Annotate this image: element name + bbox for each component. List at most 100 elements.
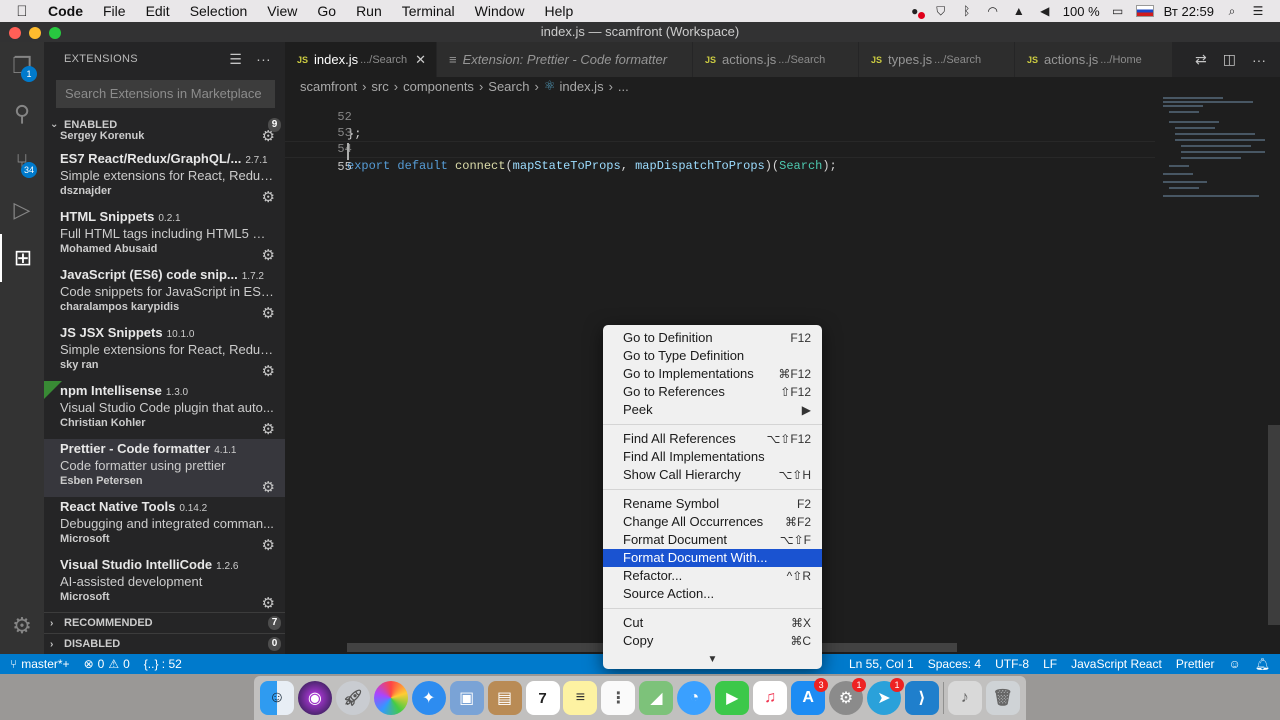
close-tab-icon[interactable]: ✕ (415, 52, 426, 68)
minimap[interactable] (1155, 95, 1265, 654)
menu-window[interactable]: Window (465, 3, 535, 19)
extension-gear-icon[interactable]: ⚙ (262, 594, 275, 612)
airplay-icon[interactable]: ▲ (1011, 3, 1027, 19)
breadcrumb-item[interactable]: index.js (559, 79, 603, 94)
breadcrumb-item[interactable]: Search (488, 79, 529, 94)
battery-icon[interactable]: ▭ (1110, 3, 1126, 19)
end-of-line[interactable]: LF (1036, 657, 1064, 671)
vertical-scrollbar[interactable] (1265, 95, 1280, 654)
music-folder-icon[interactable]: ♪ (947, 681, 982, 715)
facetime-icon[interactable]: ▶ (715, 681, 750, 715)
menu-view[interactable]: View (257, 3, 307, 19)
menu-file[interactable]: File (93, 3, 136, 19)
extension-gear-icon[interactable]: ⚙ (262, 304, 275, 322)
calendar-icon[interactable]: 7 (525, 681, 560, 715)
menu-item-copy[interactable]: Copy ⌘C (603, 632, 822, 650)
wifi-icon[interactable]: ◠ (985, 3, 1001, 19)
extension-gear-icon[interactable]: ⚙ (262, 478, 275, 496)
notification-center-icon[interactable]: ☰ (1250, 3, 1266, 19)
photos-icon[interactable] (373, 681, 408, 715)
prettier-status[interactable]: Prettier (1169, 657, 1222, 671)
git-branch[interactable]: ⑂ master*+ (0, 657, 77, 671)
filter-list-icon[interactable]: ☰ (229, 51, 242, 68)
more-actions-icon[interactable]: ··· (1252, 52, 1266, 68)
menu-item-format-document-with[interactable]: Format Document With... (603, 549, 822, 567)
clock[interactable]: Вт 22:59 (1164, 4, 1214, 19)
menu-item-find-all-references[interactable]: Find All References ⌥⇧F12 (603, 430, 822, 448)
contacts-icon[interactable]: ▤ (487, 681, 522, 715)
feedback-icon[interactable]: ☺ (1222, 657, 1248, 671)
tab-actions-js-search[interactable]: JS actions.js .../Search (693, 42, 859, 77)
bluetooth-icon[interactable]: ᛒ (959, 3, 975, 19)
manage-gear-icon[interactable]: ⚙ (0, 602, 44, 650)
menu-item-find-all-implementations[interactable]: Find All Implementations (603, 448, 822, 466)
menu-item-go-to-type-definition[interactable]: Go to Type Definition (603, 347, 822, 365)
vscode-icon[interactable]: ⟩ (904, 681, 939, 715)
menu-item-refactor[interactable]: Refactor... ^⇧R (603, 567, 822, 585)
scrollbar-thumb[interactable] (1268, 425, 1280, 625)
extensions-icon[interactable]: ⊞ (0, 234, 44, 282)
split-editor-icon[interactable]: ◫ (1223, 51, 1236, 68)
recommended-section-header[interactable]: › RECOMMENDED 7 (44, 612, 285, 633)
breadcrumb-item[interactable]: src (371, 79, 388, 94)
menu-item-change-all-occurrences[interactable]: Change All Occurrences ⌘F2 (603, 513, 822, 531)
menu-run[interactable]: Run (346, 3, 392, 19)
explorer-icon[interactable]: ❐ 1 (0, 42, 44, 90)
music-icon[interactable]: ♫ (753, 681, 788, 715)
maps-icon[interactable]: ◢ (639, 681, 674, 715)
menu-item-go-to-references[interactable]: Go to References ⇧F12 (603, 383, 822, 401)
tab-actions-js-home[interactable]: JS actions.js .../Home (1015, 42, 1173, 77)
shield-icon[interactable]: ⛉ (933, 3, 949, 19)
tab-types-js[interactable]: JS types.js .../Search (859, 42, 1015, 77)
extension-item[interactable]: npm Intellisense 1.3.0 Visual Studio Code… (44, 381, 285, 439)
indentation[interactable]: Spaces: 4 (921, 657, 988, 671)
extension-gear-icon[interactable]: ⚙ (262, 188, 275, 206)
problems-indicator[interactable]: ⊗ 0 ⚠ 0 (77, 657, 137, 671)
extension-gear-icon[interactable]: ⚙ (262, 536, 275, 554)
menu-item-rename-symbol[interactable]: Rename Symbol F2 (603, 495, 822, 513)
app-status-icon[interactable]: ● (907, 3, 925, 19)
trash-icon[interactable]: 🗑︎ (985, 681, 1020, 715)
menu-item-peek[interactable]: Peek ▶ (603, 401, 822, 419)
notes-icon[interactable]: ≡ (563, 681, 598, 715)
input-source-flag-icon[interactable] (1135, 5, 1154, 17)
launchpad-icon[interactable]: 🚀︎ (335, 681, 370, 715)
menu-item-go-to-implementations[interactable]: Go to Implementations ⌘F12 (603, 365, 822, 383)
telegram-icon[interactable]: ➤ 1 (866, 678, 904, 715)
extension-item[interactable]: JS JSX Snippets 10.1.0 Simple extensions … (44, 323, 285, 381)
menu-help[interactable]: Help (534, 3, 583, 19)
finder-icon[interactable]: ☺ (259, 681, 294, 715)
menu-item-go-to-definition[interactable]: Go to Definition F12 (603, 329, 822, 347)
breadcrumb-item[interactable]: scamfront (300, 79, 357, 94)
more-actions-icon[interactable]: ··· (256, 51, 271, 68)
safari-icon[interactable]: ✦ (411, 681, 446, 715)
volume-icon[interactable]: ◀ (1037, 3, 1053, 19)
bracket-indicator[interactable]: {..} : 52 (137, 657, 189, 671)
zoom-window-icon[interactable] (49, 27, 61, 39)
extension-gear-icon[interactable]: ⚙ (262, 362, 275, 380)
menu-scroll-down-icon[interactable]: ▼ (603, 654, 822, 665)
spotlight-search-icon[interactable]: ⌕ (1224, 3, 1240, 19)
language-mode[interactable]: JavaScript React (1064, 657, 1169, 671)
source-control-icon[interactable]: ⑂ 34 (0, 138, 44, 186)
extension-item-partial[interactable]: Sergey Korenuk ⚙ (44, 130, 285, 146)
app-store-icon[interactable]: A3 (791, 678, 829, 715)
menu-terminal[interactable]: Terminal (392, 3, 465, 19)
reminders-icon[interactable]: ⋮ (601, 681, 636, 715)
menu-item-show-call-hierarchy[interactable]: Show Call Hierarchy ⌥⇧H (603, 466, 822, 484)
menu-item-cut[interactable]: Cut ⌘X (603, 614, 822, 632)
siri-icon[interactable]: ◉ (297, 681, 332, 715)
breadcrumb-item[interactable]: ... (618, 79, 629, 94)
system-preferences-icon[interactable]: ⚙ 1 (829, 678, 867, 715)
extension-item[interactable]: Visual Studio IntelliCode 1.2.6 AI-assist… (44, 555, 285, 612)
apple-menu-icon[interactable]:  (0, 3, 44, 20)
messages-icon[interactable]: ◔ (677, 681, 712, 715)
battery-percent[interactable]: 100 % (1063, 4, 1100, 19)
minimize-window-icon[interactable] (29, 27, 41, 39)
disabled-section-header[interactable]: › DISABLED 0 (44, 633, 285, 654)
tab-index-js[interactable]: JS index.js .../Search ✕ (285, 42, 437, 77)
encoding[interactable]: UTF-8 (988, 657, 1036, 671)
extension-gear-icon[interactable]: ⚙ (262, 246, 275, 264)
extension-item[interactable]: ES7 React/Redux/GraphQL/... 2.7.1 Simple … (44, 149, 285, 207)
extensions-search-input[interactable]: Search Extensions in Marketplace (56, 80, 275, 108)
